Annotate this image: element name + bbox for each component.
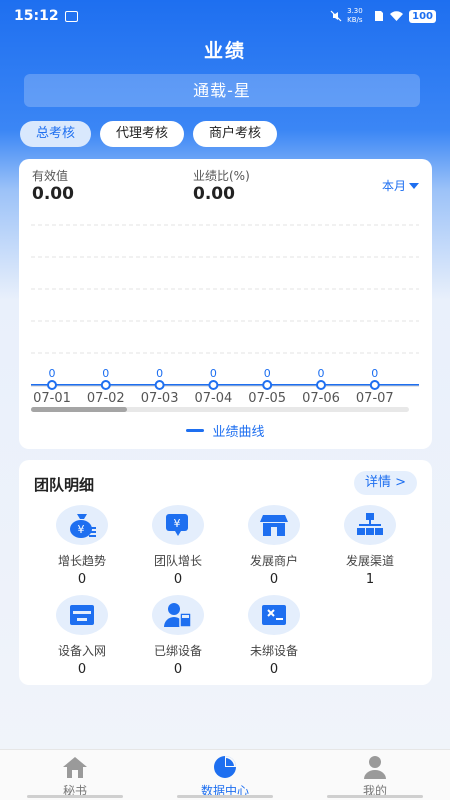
- line-chart: 0 07-01 0 07-02 0 07-03 0 07-04 0 07-05 0 07-06 0 07-…: [31, 224, 419, 406]
- svg-text:¥: ¥: [78, 523, 85, 536]
- grid-item-value: 0: [269, 572, 279, 587]
- grid-item-merchants[interactable]: 发展商户 0: [226, 505, 322, 587]
- ratio-label: 业绩比(%): [193, 169, 250, 183]
- grid-item-label: 设备入网: [57, 644, 106, 658]
- data-label: 0: [102, 367, 109, 380]
- data-point: [154, 380, 165, 390]
- data-point: [208, 380, 219, 390]
- data-label: 0: [264, 367, 271, 380]
- org-selector[interactable]: 通载-星: [24, 74, 420, 107]
- grid-item-growth-trend[interactable]: ¥ 增长趋势 0: [34, 505, 130, 587]
- grid-item-unbound-devices[interactable]: 未绑设备 0: [226, 595, 322, 677]
- x-tick-label: 07-06: [302, 391, 340, 406]
- status-bar: 15:12 3.30 KB/s 100: [0, 0, 450, 32]
- assessment-tabs: 总考核 代理考核 商户考核: [20, 121, 278, 147]
- detail-button[interactable]: 详情 >: [353, 471, 417, 495]
- grid-item-device-network[interactable]: 设备入网 0: [34, 595, 130, 677]
- device-box-icon: [56, 595, 108, 635]
- grid-item-team-growth[interactable]: ¥ 团队增长 0: [130, 505, 226, 587]
- x-tick-label: 07-04: [195, 391, 233, 406]
- grid-item-label: 增长趋势: [57, 554, 106, 568]
- grid-item-value: 0: [173, 662, 183, 677]
- data-label: 0: [371, 367, 378, 380]
- grid-item-value: 0: [269, 662, 279, 677]
- user-icon: [300, 755, 450, 779]
- data-point: [100, 380, 111, 390]
- nav-underline: [27, 795, 123, 798]
- status-time: 15:12: [14, 8, 59, 24]
- svg-text:¥: ¥: [174, 517, 181, 530]
- nav-data-center[interactable]: 数据中心: [150, 750, 300, 800]
- grid-item-value: 0: [77, 662, 87, 677]
- tab-agent[interactable]: 代理考核: [100, 121, 185, 147]
- performance-chart-card: 有效值 0.00 业绩比(%) 0.00 本月 0 07-01 0 07-02 0 07-…: [19, 159, 432, 449]
- unbound-device-icon: [248, 595, 300, 635]
- grid-item-channels[interactable]: 发展渠道 1: [322, 505, 418, 587]
- data-point: [369, 380, 380, 390]
- status-right: 3.30 KB/s 100: [330, 7, 436, 25]
- chart-scroll-thumb[interactable]: [31, 407, 127, 412]
- tab-merchant[interactable]: 商户考核: [193, 121, 278, 147]
- x-tick-label: 07-05: [248, 391, 286, 406]
- x-tick-label: 07-02: [87, 391, 125, 406]
- pie-chart-icon: [150, 755, 300, 779]
- user-device-icon: [152, 595, 204, 635]
- yen-card-icon: ¥: [152, 505, 204, 545]
- period-label: 本月: [381, 179, 406, 193]
- storefront-icon: [248, 505, 300, 545]
- notification-icon: [64, 10, 78, 22]
- effective-value: 0.00: [32, 184, 74, 204]
- grid-item-label: 发展渠道: [345, 554, 394, 568]
- x-tick-label: 07-07: [356, 391, 394, 406]
- grid-item-bound-devices[interactable]: 已绑设备 0: [130, 595, 226, 677]
- grid-item-label: 已绑设备: [153, 644, 202, 658]
- wifi-icon: [390, 10, 404, 21]
- legend-label: 业绩曲线: [212, 425, 265, 440]
- network-speed: 3.30 KB/s: [347, 7, 363, 24]
- battery-indicator: 100: [409, 9, 436, 23]
- data-point: [47, 380, 57, 390]
- bottom-nav: 秘书 数据中心 我的: [0, 749, 450, 800]
- page-title: 业绩: [203, 40, 246, 62]
- chart-legend: 业绩曲线: [19, 421, 432, 440]
- grid-item-label: 团队增长: [153, 554, 202, 568]
- grid-item-value: 0: [173, 572, 183, 587]
- nav-secretary[interactable]: 秘书: [0, 750, 150, 800]
- grid-item-label: 未绑设备: [249, 644, 298, 658]
- mute-icon: [330, 10, 342, 22]
- team-detail-card: 团队明细 详情 > ¥ 增长趋势 0 ¥ 团队增长 0 发展商户 0 发展渠道 …: [19, 460, 432, 685]
- grid-item-label: 发展商户: [249, 554, 298, 568]
- data-label: 0: [210, 367, 217, 380]
- nav-underline: [327, 795, 423, 798]
- data-label: 0: [156, 367, 163, 380]
- effective-label: 有效值: [32, 169, 69, 183]
- data-point: [316, 380, 326, 390]
- chevron-down-icon: [409, 183, 419, 189]
- data-label: 0: [49, 367, 56, 380]
- money-bag-icon: ¥: [56, 505, 108, 545]
- home-icon: [0, 755, 150, 779]
- nav-underline: [177, 795, 273, 798]
- data-point: [262, 380, 273, 390]
- grid-item-value: 1: [365, 572, 375, 587]
- ratio-value: 0.00: [193, 184, 235, 204]
- nav-mine[interactable]: 我的: [300, 750, 450, 800]
- data-label: 0: [318, 367, 325, 380]
- sim-icon: [375, 11, 384, 21]
- period-dropdown[interactable]: 本月: [382, 177, 419, 194]
- team-title: 团队明细: [34, 476, 95, 494]
- org-chart-icon: [344, 505, 396, 545]
- legend-swatch: [186, 429, 205, 432]
- tab-total[interactable]: 总考核: [20, 121, 92, 147]
- x-tick-label: 07-03: [141, 391, 179, 406]
- chart-scrollbar[interactable]: [31, 407, 409, 412]
- x-tick-label: 07-01: [33, 391, 71, 406]
- grid-item-value: 0: [77, 572, 87, 587]
